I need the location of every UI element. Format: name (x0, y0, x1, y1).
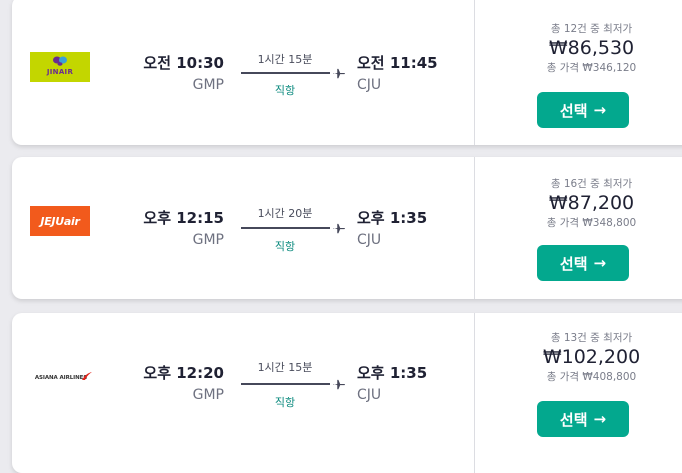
butterfly-icon (53, 56, 67, 66)
price-count-label: 총 16건 중 최저가 (550, 178, 633, 190)
price-count-label: 총 13건 중 최저가 (550, 332, 633, 344)
arrival-time: 오전 11:45 (357, 54, 438, 72)
stops-info: 직항 (274, 240, 296, 253)
arrow-right-icon: → (593, 410, 607, 428)
arrival-airport: CJU (357, 77, 382, 93)
lowest-price: ₩87,200 (548, 192, 635, 214)
select-button-label: 선택 (559, 101, 588, 120)
route-line (241, 383, 330, 385)
departure-time: 오후 12:20 (143, 364, 224, 382)
select-button-label: 선택 (559, 254, 588, 273)
price-summary: 총 16건 중 최저가 ₩87,200 총 가격 ₩348,800 (475, 176, 682, 230)
plane-icon (333, 223, 345, 234)
stops-info: 직항 (274, 84, 296, 97)
price-summary: 총 13건 중 최저가 ₩102,200 총 가격 ₩408,800 (475, 330, 682, 384)
flight-card[interactable]: JEJUair 오후 12:15 GMP 1시간 20분 직항 오후 1:35 … (12, 157, 682, 299)
flight-card[interactable]: JINAIR 오전 10:30 GMP 1시간 15분 직항 오전 11:45 … (12, 0, 682, 145)
airline-logo-text: ASIANA AIRLINES (34, 375, 88, 381)
total-price: 총 가격 ₩348,800 (546, 217, 637, 229)
departure-time: 오전 10:30 (143, 54, 224, 72)
airline-logo-text: JINAIR (46, 68, 74, 76)
lowest-price: ₩102,200 (542, 346, 641, 368)
arrival-time: 오후 1:35 (357, 209, 428, 227)
departure-time: 오후 12:15 (143, 209, 224, 227)
select-button-label: 선택 (559, 410, 588, 429)
route-line (241, 72, 330, 74)
select-button[interactable]: 선택 → (537, 401, 629, 437)
stops-info: 직항 (274, 396, 296, 409)
select-button[interactable]: 선택 → (537, 92, 629, 128)
arrival-airport: CJU (357, 387, 382, 403)
total-price: 총 가격 ₩346,120 (546, 62, 637, 74)
arrival-time: 오후 1:35 (357, 364, 428, 382)
flight-card[interactable]: ASIANA AIRLINES 오후 12:20 GMP 1시간 15분 직항 … (12, 313, 682, 473)
flight-duration: 1시간 20분 (257, 207, 313, 220)
airline-logo-jejuair: JEJUair (30, 206, 90, 236)
departure-airport: GMP (192, 77, 224, 93)
plane-icon (333, 68, 345, 79)
arrow-right-icon: → (593, 254, 607, 272)
airline-logo-asiana: ASIANA AIRLINES (30, 363, 92, 393)
lowest-price: ₩86,530 (548, 37, 635, 59)
airline-logo-jinair: JINAIR (30, 52, 90, 82)
price-summary: 총 12건 중 최저가 ₩86,530 총 가격 ₩346,120 (475, 21, 682, 75)
departure-airport: GMP (192, 387, 224, 403)
route-line (241, 227, 330, 229)
airline-logo-text: JEJUair (40, 214, 80, 228)
departure-airport: GMP (192, 232, 224, 248)
flight-duration: 1시간 15분 (257, 53, 313, 66)
total-price: 총 가격 ₩408,800 (546, 371, 637, 383)
price-count-label: 총 12건 중 최저가 (550, 23, 633, 35)
select-button[interactable]: 선택 → (537, 245, 629, 281)
flight-duration: 1시간 15분 (257, 361, 313, 374)
arrow-right-icon: → (593, 101, 607, 119)
arrival-airport: CJU (357, 232, 382, 248)
asiana-mark-icon (82, 372, 92, 380)
plane-icon (333, 379, 345, 390)
